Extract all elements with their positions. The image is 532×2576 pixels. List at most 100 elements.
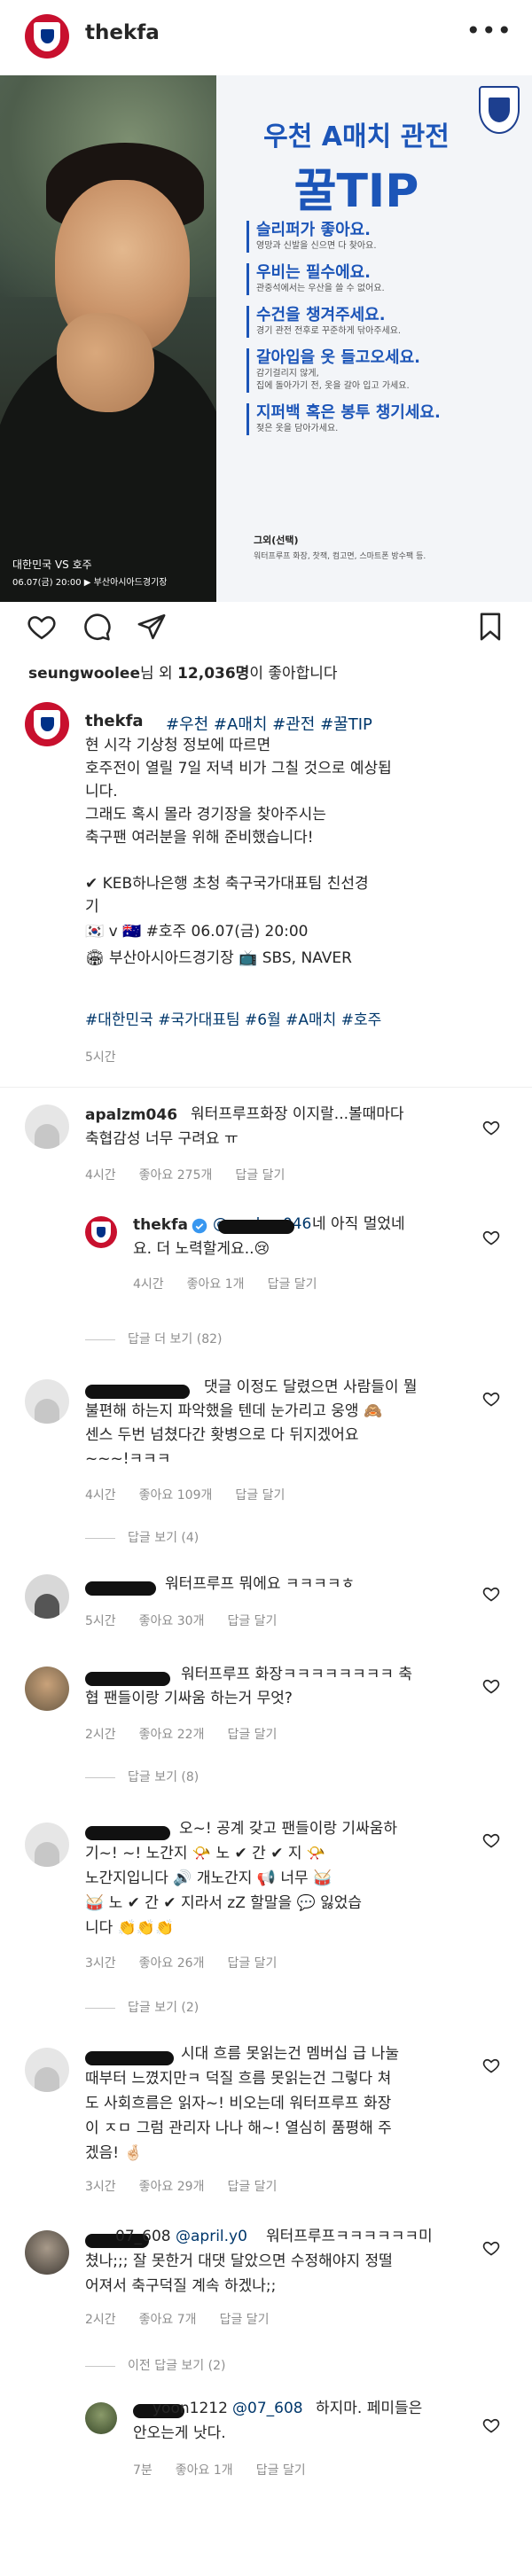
likes-summary[interactable]: seungwoolee님 외 12,036명이 좋아합니다: [28, 660, 338, 683]
comment-likes[interactable]: 좋아요 30개: [139, 1614, 205, 1628]
tips-list: 슬리퍼가 좋아요. 영망과 신발을 신으면 다 찾아요. 우비는 필수에요. 관…: [246, 221, 509, 446]
reply-likes[interactable]: 좋아요 1개: [176, 2463, 233, 2478]
comment-like-heart-icon[interactable]: [482, 1119, 500, 1136]
reply-button[interactable]: 답글 달기: [235, 1488, 285, 1503]
comment-username[interactable]: apalzm046: [85, 1106, 177, 1124]
more-icon[interactable]: •••: [466, 16, 512, 45]
caption-line: 니다.: [85, 783, 118, 800]
comment-text: 시대 흐름 못읽는건 멤버십 급 나눌: [181, 2045, 399, 2063]
tip-heading: 우비는 필수에요.: [256, 263, 372, 282]
match-datetime: 06.07(금) 20:00 ▶ 부산아시아드경기장: [12, 578, 168, 588]
comment-likes[interactable]: 좋아요 109개: [139, 1488, 213, 1503]
comment-like-heart-icon[interactable]: [482, 1585, 500, 1603]
reply-username[interactable]: yoon1212: [153, 2397, 228, 2421]
comment-username[interactable]: 07_608: [115, 2225, 171, 2249]
comment-like-heart-icon[interactable]: [482, 2239, 500, 2257]
reply-button[interactable]: 답글 달기: [220, 2313, 270, 2327]
comment-likes[interactable]: 좋아요 26개: [139, 1956, 205, 1971]
liker-username[interactable]: seungwoolee: [28, 665, 140, 683]
reply-button[interactable]: 답글 달기: [268, 1277, 317, 1292]
comment-like-heart-icon[interactable]: [482, 1390, 500, 1408]
caption-username[interactable]: thekfa: [85, 712, 144, 730]
comment-mention[interactable]: @april.y0: [176, 2225, 247, 2249]
reply-time: 4시간: [133, 1277, 164, 1292]
comment-likes[interactable]: 좋아요 7개: [139, 2313, 197, 2327]
reply-time: 7분: [133, 2463, 153, 2478]
comment-avatar[interactable]: [25, 1105, 69, 1149]
heart-icon[interactable]: [27, 612, 57, 642]
caption-bottom-tags[interactable]: #대한민국 #국가대표팀 #6월 #A매치 #호주: [85, 1007, 381, 1029]
reply-avatar[interactable]: [85, 2402, 117, 2434]
view-replies-label[interactable]: 답글 보기 (4): [128, 1531, 199, 1545]
tip-heading: 지퍼백 혹은 봉투 챙기세요.: [256, 403, 441, 422]
caption-avatar[interactable]: [25, 702, 69, 746]
comment-text: 워터프루프화장 이지랄...볼때마다: [191, 1105, 404, 1123]
reply-like-heart-icon[interactable]: [482, 2416, 500, 2434]
caption-line: 호주전이 열릴 7일 저녁 비가 그칠 것으로 예상됩: [85, 760, 392, 777]
view-replies[interactable]: 답글 보기 (8): [85, 1768, 199, 1785]
comment-meta: 3시간 좋아요 29개 답글 달기: [85, 2177, 300, 2195]
comment-text: 워터프루프ㅋㅋㅋㅋㅋㅋ미: [266, 2228, 433, 2245]
reply-button[interactable]: 답글 달기: [256, 2463, 306, 2478]
caption-line: 그래도 혹시 몰라 경기장을 찾아주시는: [85, 806, 326, 824]
reply-username[interactable]: thekfa: [133, 1216, 188, 1234]
share-icon[interactable]: [137, 612, 167, 642]
comment-like-heart-icon[interactable]: [482, 2057, 500, 2074]
comment-text: 🥁 노 ✔ 간 ✔ 지라서 zZ 할말을 💬 잃었습: [85, 1894, 363, 1912]
comment-time: 3시간: [85, 1956, 116, 1971]
comment-icon[interactable]: [82, 612, 112, 642]
reply-button[interactable]: 답글 달기: [227, 2180, 277, 2194]
comment-like-heart-icon[interactable]: [482, 1831, 500, 1849]
comment-text: 워터프루프 뭐에요 ㅋㅋㅋㅋㅎ: [165, 1575, 356, 1593]
view-replies-label[interactable]: 이전 답글 보기 (2): [128, 2359, 225, 2373]
reply-like-heart-icon[interactable]: [482, 1229, 500, 1246]
reply-meta: 4시간 좋아요 1개 답글 달기: [133, 1275, 340, 1292]
comment-time: 2시간: [85, 1728, 116, 1742]
comment-avatar[interactable]: [25, 2230, 69, 2275]
comment-text: 축협감성 너무 구려요 ㅠ: [85, 1130, 239, 1148]
comment-text: 협 팬들이랑 기싸움 하는거 무엇?: [85, 1690, 293, 1707]
post-header: thekfa •••: [0, 0, 532, 71]
view-replies-label[interactable]: 답글 보기 (2): [128, 2001, 199, 2015]
comment-text: 불편해 하는지 파악했을 텐데 눈가리고 웅앵 🙈: [85, 1402, 383, 1420]
comment-time: 2시간: [85, 2313, 116, 2327]
reply-button[interactable]: 답글 달기: [235, 1168, 285, 1183]
bookmark-icon[interactable]: [475, 612, 505, 642]
view-replies[interactable]: 답글 보기 (4): [85, 1528, 199, 1546]
view-previous-replies[interactable]: 이전 답글 보기 (2): [85, 2356, 225, 2374]
comment-time: 3시간: [85, 2180, 116, 2194]
tip-item: 우비는 필수에요. 관중석에서는 우산을 쓸 수 없어요.: [246, 263, 509, 295]
comment-likes[interactable]: 좋아요 275개: [139, 1168, 213, 1183]
comment-text: 센스 두번 넘쳤다간 홧병으로 다 뒤지겠어요: [85, 1426, 359, 1444]
reply-button[interactable]: 답글 달기: [227, 1614, 277, 1628]
likes-count[interactable]: 12,036명: [177, 665, 249, 683]
comment-avatar[interactable]: [25, 1574, 69, 1619]
view-more-replies[interactable]: 답글 더 보기 (82): [85, 1330, 223, 1347]
comment-avatar[interactable]: [25, 1823, 69, 1867]
comment-avatar[interactable]: [25, 1667, 69, 1711]
post-image[interactable]: 대한민국 VS 호주 06.07(금) 20:00 ▶ 부산아시아드경기장 우천…: [0, 75, 532, 602]
comment-like-heart-icon[interactable]: [482, 1677, 500, 1695]
view-replies[interactable]: 답글 보기 (2): [85, 1998, 199, 2016]
reply-text: 요. 더 노력할게요..😢: [133, 1240, 270, 1258]
comment-text: 겠음! 🤞🏻: [85, 2144, 143, 2162]
comment-text: 때부터 느꼈지만ㅋ 덕질 흐름 못읽는건 그렇다 쳐: [85, 2070, 392, 2088]
comment-likes[interactable]: 좋아요 22개: [139, 1728, 205, 1742]
match-caption: 대한민국 VS 호주: [12, 558, 92, 571]
comment-likes[interactable]: 좋아요 29개: [139, 2180, 205, 2194]
comment-meta: 4시간 좋아요 275개 답글 달기: [85, 1166, 308, 1183]
view-replies-label[interactable]: 답글 보기 (8): [128, 1770, 199, 1784]
comment-text: 기~! ~! 노간지 📯 노 ✔ 간 ✔ 지 📯: [85, 1845, 326, 1862]
reply-button[interactable]: 답글 달기: [227, 1728, 277, 1742]
reply-likes[interactable]: 좋아요 1개: [187, 1277, 245, 1292]
reply-mention[interactable]: @07_608: [232, 2397, 303, 2421]
caption-hashtags[interactable]: #우천 #A매치 #관전 #꿀TIP: [166, 712, 372, 735]
reply-avatar[interactable]: [85, 1216, 117, 1248]
profile-avatar[interactable]: [25, 14, 69, 59]
post-username[interactable]: thekfa: [85, 21, 160, 44]
view-replies-label[interactable]: 답글 더 보기 (82): [128, 1332, 223, 1347]
comment-avatar[interactable]: [25, 2048, 69, 2092]
reply-button[interactable]: 답글 달기: [227, 1956, 277, 1971]
comment-avatar[interactable]: [25, 1379, 69, 1424]
tip-item: 슬리퍼가 좋아요. 영망과 신발을 신으면 다 찾아요.: [246, 221, 509, 253]
